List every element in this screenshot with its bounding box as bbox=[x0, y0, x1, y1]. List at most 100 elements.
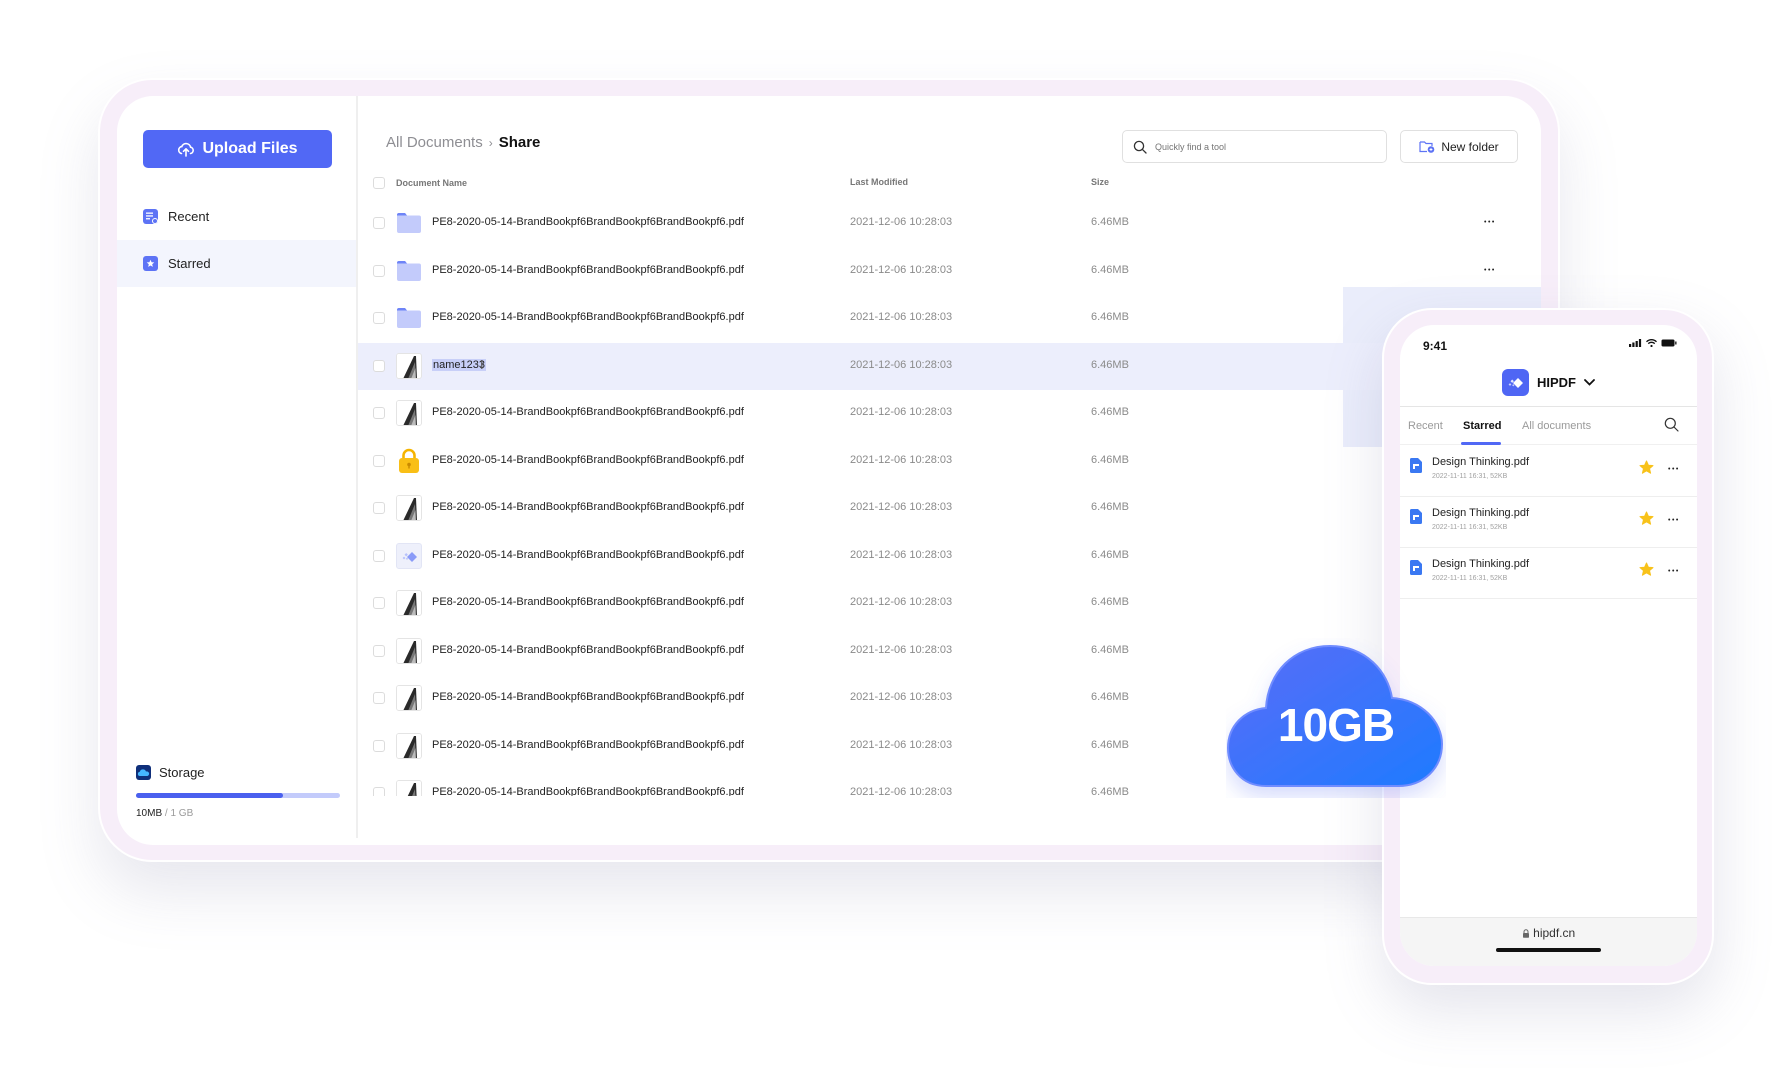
document-thumbnail-icon bbox=[396, 780, 422, 796]
star-icon[interactable] bbox=[1639, 511, 1654, 526]
sidebar-item-starred-label: Starred bbox=[168, 256, 211, 271]
new-folder-label: New folder bbox=[1441, 139, 1499, 154]
status-icons bbox=[1629, 339, 1677, 347]
sidebar-item-starred[interactable]: Starred bbox=[117, 240, 356, 287]
star-icon[interactable] bbox=[1639, 460, 1654, 475]
pdf-file-icon bbox=[1410, 560, 1422, 575]
column-header-document-name[interactable]: Document Name bbox=[396, 178, 467, 188]
storage-progress-fill bbox=[136, 793, 283, 798]
document-thumbnail-icon bbox=[396, 495, 422, 521]
row-checkbox[interactable] bbox=[373, 787, 385, 796]
column-header-last-modified[interactable]: Last Modified bbox=[850, 177, 908, 187]
upload-files-button[interactable]: Upload Files bbox=[143, 130, 332, 168]
column-header-size[interactable]: Size bbox=[1091, 177, 1109, 187]
breadcrumb-current: Share bbox=[498, 134, 541, 151]
table-row[interactable]: PE8-2020-05-14-BrandBookpf6BrandBookpf6B… bbox=[358, 485, 1541, 533]
file-modified-date: 2021-12-06 10:28:03 bbox=[850, 216, 953, 228]
table-row[interactable]: PE8-2020-05-14-BrandBookpf6BrandBookpf6B… bbox=[358, 248, 1541, 296]
table-row[interactable]: PE8-2020-05-14-BrandBookpf6BrandBookpf6B… bbox=[358, 580, 1541, 628]
lock-icon bbox=[1522, 929, 1529, 938]
select-all-checkbox[interactable] bbox=[373, 177, 385, 189]
row-checkbox[interactable] bbox=[373, 502, 385, 514]
file-modified-date: 2021-12-06 10:28:03 bbox=[850, 311, 953, 323]
sidebar-item-recent[interactable]: Recent bbox=[117, 193, 356, 240]
url-display[interactable]: hipdf.cn bbox=[1400, 926, 1697, 940]
browser-url-bar: hipdf.cn bbox=[1400, 917, 1697, 966]
row-checkbox[interactable] bbox=[373, 359, 385, 372]
breadcrumb-all-documents[interactable]: All Documents bbox=[386, 134, 483, 151]
file-size: 6.46MB bbox=[1091, 786, 1129, 796]
storage-usage-text: 10MB / 1 GB bbox=[136, 808, 340, 819]
rename-input[interactable]: name1233 bbox=[432, 358, 486, 371]
file-name: PE8-2020-05-14-BrandBookpf6BrandBookpf6B… bbox=[432, 691, 744, 703]
row-checkbox[interactable] bbox=[373, 692, 385, 704]
row-checkbox[interactable] bbox=[373, 264, 385, 277]
list-item[interactable]: Design Thinking.pdf 2022-11-11 16:31, 52K… bbox=[1400, 446, 1697, 497]
wifi-icon bbox=[1646, 339, 1657, 347]
file-name: PE8-2020-05-14-BrandBookpf6BrandBookpf6B… bbox=[432, 548, 744, 561]
row-checkbox[interactable] bbox=[373, 312, 385, 324]
tab-recent[interactable]: Recent bbox=[1408, 420, 1443, 432]
list-item[interactable]: Design Thinking.pdf 2022-11-11 16:31, 52K… bbox=[1400, 497, 1697, 548]
recent-doc-icon bbox=[143, 209, 158, 224]
pdf-file-icon bbox=[1410, 458, 1422, 473]
upload-files-label: Upload Files bbox=[202, 140, 298, 157]
file-name: PE8-2020-05-14-BrandBookpf6BrandBookpf6B… bbox=[432, 786, 744, 796]
star-icon[interactable] bbox=[1639, 562, 1654, 577]
file-name: Design Thinking.pdf bbox=[1432, 456, 1530, 468]
more-options-icon[interactable]: ••• bbox=[1668, 517, 1680, 524]
search-box[interactable] bbox=[1122, 130, 1387, 163]
document-thumbnail-icon bbox=[396, 400, 422, 426]
row-checkbox[interactable] bbox=[373, 644, 385, 657]
storage-progress-bar bbox=[136, 793, 340, 798]
row-checkbox[interactable] bbox=[373, 549, 385, 562]
sidebar-item-recent-label: Recent bbox=[168, 209, 210, 224]
more-options-icon[interactable]: ••• bbox=[1484, 219, 1496, 226]
list-item[interactable]: Design Thinking.pdf 2022-11-11 16:31, 52K… bbox=[1400, 548, 1697, 599]
tab-all-documents[interactable]: All documents bbox=[1522, 420, 1591, 432]
new-folder-button[interactable]: New folder bbox=[1400, 130, 1518, 163]
document-thumbnail-icon bbox=[396, 685, 422, 711]
file-modified-date: 2021-12-06 10:28:03 bbox=[850, 406, 953, 418]
search-input[interactable] bbox=[1155, 141, 1355, 152]
table-row[interactable]: name1233 I 2021-12-06 10:28:03 6.46MB bbox=[358, 342, 1541, 390]
tab-starred[interactable]: Starred bbox=[1463, 420, 1502, 432]
table-row[interactable]: PE8-2020-05-14-BrandBookpf6BrandBookpf6B… bbox=[358, 390, 1541, 438]
row-checkbox[interactable] bbox=[373, 739, 385, 752]
folder-icon bbox=[396, 258, 422, 284]
table-row[interactable]: PE8-2020-05-14-BrandBookpf6BrandBookpf6B… bbox=[358, 438, 1541, 486]
file-size: 6.46MB bbox=[1091, 548, 1129, 561]
signal-icon bbox=[1629, 339, 1642, 347]
table-row[interactable]: PE8-2020-05-14-BrandBookpf6BrandBookpf6B… bbox=[358, 200, 1541, 248]
file-name: PE8-2020-05-14-BrandBookpf6BrandBookpf6B… bbox=[432, 216, 744, 228]
file-modified-date: 2021-12-06 10:28:03 bbox=[850, 596, 953, 608]
document-thumbnail-icon bbox=[396, 590, 422, 616]
more-options-icon[interactable]: ••• bbox=[1668, 466, 1680, 473]
storage-capacity-text: 10GB bbox=[1277, 699, 1395, 751]
file-size: 6.46MB bbox=[1091, 311, 1129, 323]
search-icon[interactable] bbox=[1664, 417, 1679, 432]
row-checkbox[interactable] bbox=[373, 407, 385, 419]
file-size: 6.46MB bbox=[1091, 263, 1129, 276]
table-row[interactable]: PE8-2020-05-14-BrandBookpf6BrandBookpf6B… bbox=[358, 295, 1541, 343]
mobile-tabs: Recent Starred All documents bbox=[1400, 407, 1697, 445]
file-size: 6.46MB bbox=[1091, 406, 1129, 418]
file-modified-date: 2021-12-06 10:28:03 bbox=[850, 501, 953, 513]
file-name: PE8-2020-05-14-BrandBookpf6BrandBookpf6B… bbox=[432, 738, 744, 751]
file-name: PE8-2020-05-14-BrandBookpf6BrandBookpf6B… bbox=[432, 501, 744, 513]
breadcrumb: All Documents › Share bbox=[386, 134, 540, 151]
status-bar: 9:41 bbox=[1400, 325, 1697, 359]
storage-total: 1 GB bbox=[170, 808, 194, 819]
home-indicator bbox=[1496, 948, 1601, 952]
sidebar: Upload Files Recent Starred Document Clo… bbox=[117, 96, 1541, 845]
breadcrumb-separator-icon: › bbox=[488, 135, 493, 150]
table-row[interactable]: PE8-2020-05-14-BrandBookpf6BrandBookpf6B… bbox=[358, 533, 1541, 581]
more-options-icon[interactable]: ••• bbox=[1484, 267, 1496, 274]
row-checkbox[interactable] bbox=[373, 597, 385, 609]
more-options-icon[interactable]: ••• bbox=[1668, 568, 1680, 575]
row-checkbox[interactable] bbox=[373, 217, 385, 229]
locked-file-icon bbox=[396, 448, 422, 474]
app-title-switcher[interactable]: HIPDF bbox=[1400, 369, 1697, 396]
file-name: PE8-2020-05-14-BrandBookpf6BrandBookpf6B… bbox=[432, 311, 744, 323]
row-checkbox[interactable] bbox=[373, 454, 385, 467]
